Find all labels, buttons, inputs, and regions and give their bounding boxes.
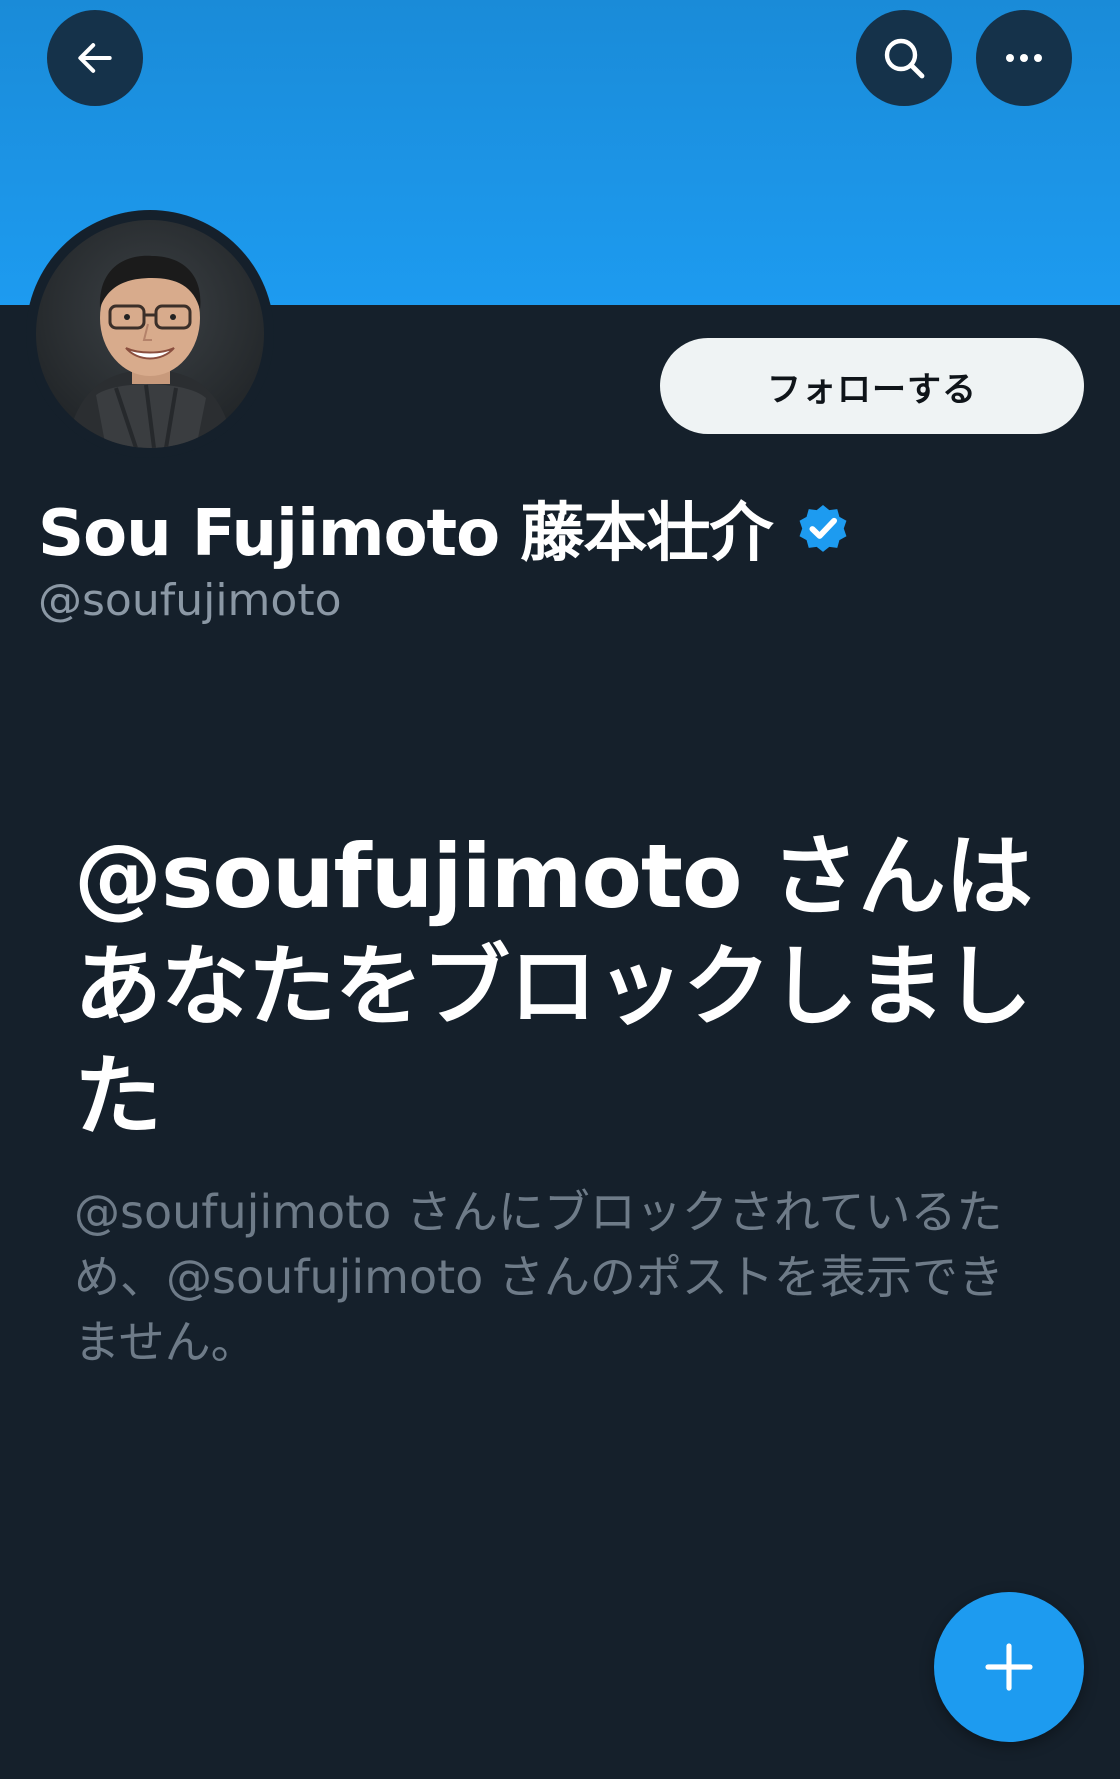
more-options-button[interactable]: [976, 10, 1072, 106]
search-button[interactable]: [856, 10, 952, 106]
compose-button[interactable]: [934, 1592, 1084, 1742]
search-icon: [884, 38, 925, 79]
blocked-heading: @soufujimoto さんはあなたをブロックしました: [74, 825, 1033, 1148]
back-button[interactable]: [47, 10, 143, 106]
arrow-left-icon: [78, 43, 112, 73]
plus-icon: [985, 1643, 1033, 1691]
avatar-photo: [36, 220, 264, 448]
profile-name-row: Sou Fujimoto 藤本壮介: [38, 482, 852, 574]
display-name: Sou Fujimoto 藤本壮介: [38, 497, 773, 571]
profile-handle: @soufujimoto: [38, 575, 342, 626]
blocked-description: @soufujimoto さんにブロックされているため、@soufujimoto…: [74, 1185, 1004, 1369]
more-horizontal-icon: [1006, 54, 1042, 62]
follow-button[interactable]: フォローする: [660, 338, 1084, 434]
avatar[interactable]: [26, 210, 274, 458]
verified-badge-icon: [799, 505, 847, 552]
